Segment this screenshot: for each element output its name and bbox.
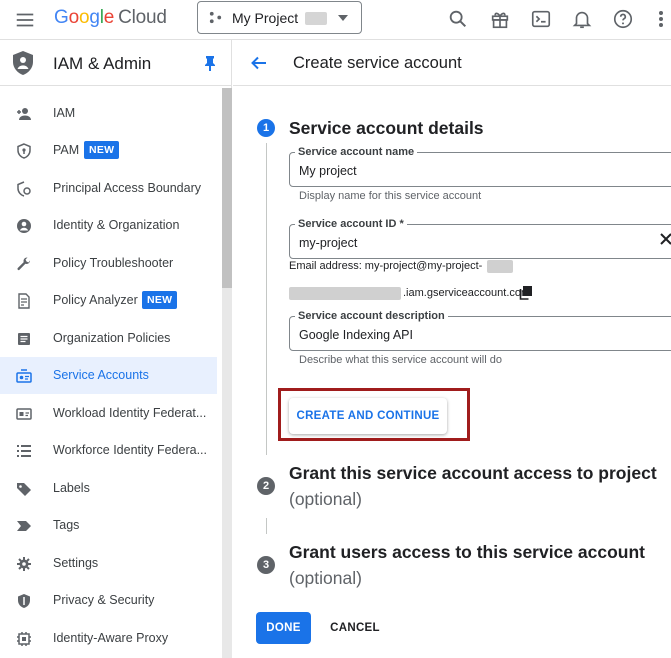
page-header: Create service account: [233, 40, 671, 86]
service-account-description-value: Google Indexing API: [299, 328, 413, 342]
redacted-email-prefix: [289, 287, 401, 300]
cancel-button[interactable]: CANCEL: [325, 612, 385, 644]
new-badge: NEW: [142, 291, 178, 309]
sidebar-scrollbar[interactable]: [222, 88, 232, 658]
top-app-bar: Google Cloud My Project: [0, 0, 671, 40]
shield-icon: [18, 594, 30, 608]
step-connector-line: [266, 143, 267, 455]
service-account-name-helper: Display name for this service account: [299, 190, 482, 202]
step-3-title[interactable]: Grant users access to this service accou…: [289, 542, 645, 563]
wrench-icon: [17, 257, 30, 271]
help-icon[interactable]: [612, 8, 634, 30]
step-1-title: Service account details: [289, 118, 484, 138]
done-button[interactable]: DONE: [256, 612, 311, 644]
list-icon: [17, 445, 31, 457]
service-account-id-value: my-project: [299, 236, 358, 250]
sidebar-item-privacy-security[interactable]: Privacy & Security: [0, 582, 217, 619]
sidebar-item-labels[interactable]: Labels: [0, 470, 217, 507]
sidebar-item-policy-troubleshooter[interactable]: Policy Troubleshooter: [0, 245, 217, 282]
step-connector-line: [266, 518, 267, 534]
service-account-name-label: Service account name: [295, 146, 418, 158]
copy-icon[interactable]: [519, 285, 533, 300]
sidebar-item-settings[interactable]: Settings: [0, 545, 217, 582]
pin-icon[interactable]: [203, 55, 217, 71]
service-account-icon: [16, 369, 32, 383]
person-add-icon: [17, 108, 31, 120]
logo-cloud-text: Cloud: [118, 7, 167, 28]
sidebar-item-organization-policies[interactable]: Organization Policies: [0, 320, 217, 357]
sidebar-item-identity-organization[interactable]: Identity & Organization: [0, 207, 217, 244]
more-vert-icon[interactable]: [652, 8, 670, 30]
id-card-icon: [16, 408, 32, 420]
menu-icon[interactable]: [14, 9, 36, 31]
step-2-title[interactable]: Grant this service account access to pro…: [289, 463, 657, 484]
gift-icon[interactable]: [489, 8, 511, 30]
iam-shield-icon: [13, 51, 33, 75]
sidebar-item-iam[interactable]: IAM: [0, 95, 217, 132]
email-address-text: Email address: my-project@my-project-: [289, 260, 483, 272]
org-policy-icon: [18, 333, 30, 345]
create-and-continue-button[interactable]: CREATE AND CONTINUE: [289, 398, 447, 434]
boundary-icon: [17, 181, 31, 197]
search-icon[interactable]: [447, 8, 469, 30]
step-3-number: 3: [257, 556, 275, 574]
new-badge: NEW: [84, 141, 120, 159]
step-2-optional: (optional): [289, 489, 362, 509]
account-circle-icon: [17, 219, 31, 233]
step-2-number: 2: [257, 477, 275, 495]
sidebar-item-principal-access-boundary[interactable]: Principal Access Boundary: [0, 170, 217, 207]
service-account-description-helper: Describe what this service account will …: [299, 354, 502, 366]
arrow-back-icon[interactable]: [250, 54, 268, 72]
step-1-number: 1: [257, 119, 275, 137]
proxy-icon: [17, 632, 31, 646]
redacted-project-id: [305, 12, 327, 25]
sidebar-item-workforce-identity-federation[interactable]: Workforce Identity Federa...: [0, 432, 217, 469]
service-account-name-value: My project: [299, 164, 357, 178]
close-icon[interactable]: [660, 233, 671, 245]
project-icon: [209, 11, 222, 24]
email-domain-text: .iam.gserviceaccount.com: [403, 287, 531, 299]
label-icon: [17, 483, 31, 496]
service-account-description-label: Service account description: [295, 310, 448, 322]
pam-shield-icon: [17, 143, 31, 159]
scrollbar-thumb[interactable]: [222, 88, 232, 288]
service-account-id-label: Service account ID *: [295, 218, 407, 230]
sidebar-title: IAM & Admin: [53, 54, 152, 73]
step-3-optional: (optional): [289, 568, 362, 588]
gear-icon: [17, 557, 31, 571]
chevron-down-icon: [338, 15, 348, 21]
tag-icon: [17, 521, 31, 531]
google-cloud-logo[interactable]: Google Cloud: [54, 7, 167, 29]
policy-doc-icon: [18, 293, 30, 309]
sidebar-item-policy-analyzer[interactable]: Policy Analyzer NEW: [0, 282, 217, 319]
cloud-shell-icon[interactable]: [530, 8, 552, 30]
sidebar-item-pam[interactable]: PAM NEW: [0, 132, 217, 169]
sidebar: IAM & Admin IAM PAM NEW Principal Access…: [0, 40, 232, 658]
sidebar-item-workload-identity-federation[interactable]: Workload Identity Federat...: [0, 395, 217, 432]
sidebar-header: IAM & Admin: [0, 40, 232, 86]
redacted-project-id: [487, 260, 513, 273]
bell-icon[interactable]: [571, 8, 593, 30]
page-title: Create service account: [293, 54, 462, 72]
project-picker[interactable]: My Project: [197, 1, 362, 34]
sidebar-item-identity-aware-proxy[interactable]: Identity-Aware Proxy: [0, 620, 217, 657]
project-name: My Project: [232, 10, 299, 26]
main-content: Create service account 1 Service account…: [233, 40, 671, 658]
sidebar-item-service-accounts[interactable]: Service Accounts: [0, 357, 217, 394]
sidebar-item-tags[interactable]: Tags: [0, 507, 217, 544]
